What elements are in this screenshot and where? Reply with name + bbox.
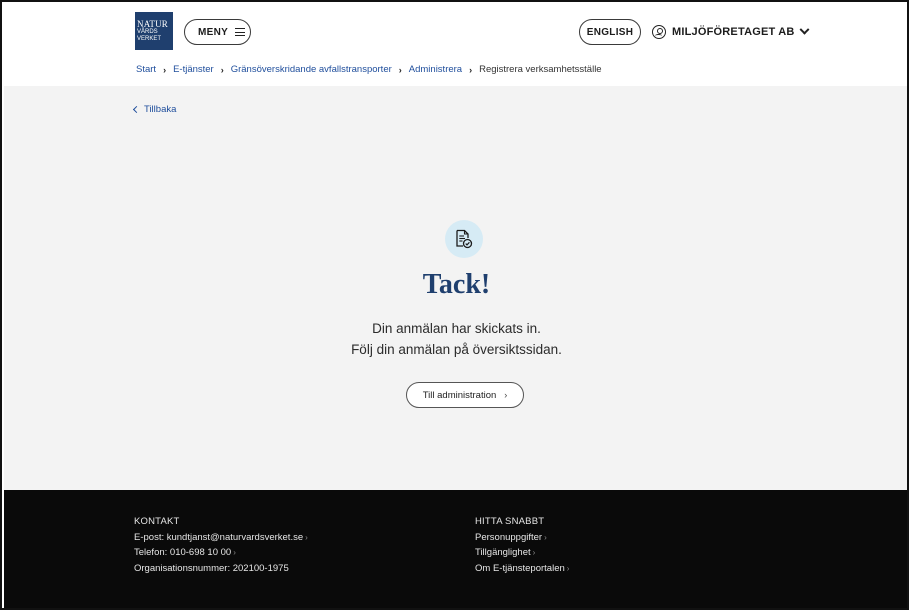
footer-link-label: Om E-tjänsteportalen [475,562,565,574]
chevron-right-icon: › [532,548,536,557]
footer-contact: KONTAKT E-post: kundtjanst@naturvardsver… [134,514,308,576]
breadcrumb-current: Registrera verksamhetsställe [479,64,602,75]
main-content: Tillbaka Tack! Din anmälan har skickats … [4,86,907,490]
footer-contact-heading: KONTAKT [134,516,180,527]
hamburger-icon [235,28,246,36]
breadcrumb-administrera[interactable]: Administrera [409,64,462,75]
footer-link-personuppgifter[interactable]: Personuppgifter › [475,530,569,546]
message-line-1: Din anmälan har skickats in. [372,321,541,336]
footer-quick-links: HITTA SNABBT Personuppgifter › Tillgängli… [475,514,569,576]
naturvardsverket-logo[interactable]: NATUR VÅRDS VERKET [135,12,173,50]
chevron-right-icon: › [544,532,547,542]
breadcrumb-chevron-icon: › [163,64,167,75]
chevron-right-icon: › [504,390,508,400]
footer-phone-link[interactable]: Telefon: 010-698 10 00 › [134,545,308,561]
account-name: MILJÖFÖRETAGET AB [672,26,795,38]
chevron-right-icon: › [233,548,236,557]
chevron-right-icon: › [566,563,570,573]
confirmation-message: Din anmälan har skickats in. Följ din an… [4,318,907,360]
footer-org-number: Organisationsnummer: 202100-1975 [134,562,289,574]
menu-button[interactable]: MENY [184,19,251,45]
user-circle-icon [652,25,666,39]
breadcrumb-chevron-icon: › [469,64,473,75]
breadcrumb-chevron-icon: › [220,64,224,75]
breadcrumb-e-tjanster[interactable]: E-tjänster [173,64,214,75]
footer-link-label: Personuppgifter [475,531,543,543]
footer-email-text: E-post: kundtjanst@naturvardsverket.se [134,531,304,543]
footer-link-label: Tillgänglighet [475,547,531,558]
account-menu[interactable]: MILJÖFÖRETAGET AB [652,21,810,43]
breadcrumb-start[interactable]: Start [136,64,156,75]
chevron-right-icon: › [305,532,308,542]
logo-line-1: NATUR [137,19,169,29]
breadcrumb-avfallstransporter[interactable]: Gränsöverskridande avfallstransporter [231,64,392,75]
chevron-left-icon [132,105,141,114]
page-title: Tack! [422,269,491,300]
page-frame: NATUR VÅRDS VERKET MENY ENGLISH MILJÖFÖR… [0,0,909,610]
chevron-down-icon [799,24,810,35]
message-line-2: Följ din anmälan på översiktssidan. [351,342,562,357]
logo-line-2: VÅRDS [137,29,158,35]
to-administration-button[interactable]: Till administration › [406,382,524,408]
document-check-icon [445,220,483,258]
logo-line-3: VERKET [137,36,162,42]
footer-link-om-portalen[interactable]: Om E-tjänsteportalen › [475,561,569,577]
site-footer: KONTAKT E-post: kundtjanst@naturvardsver… [4,490,907,608]
language-button-label: ENGLISH [586,26,634,38]
language-button[interactable]: ENGLISH [579,19,641,45]
back-link-label: Tillbaka [144,104,177,115]
menu-button-label: MENY [198,26,229,38]
breadcrumb-chevron-icon: › [398,64,402,75]
back-link[interactable]: Tillbaka [132,104,177,115]
breadcrumb: Start › E-tjänster › Gränsöverskridande … [136,64,602,75]
footer-link-tillganglighet[interactable]: Tillgänglighet › [475,545,569,561]
footer-email-link[interactable]: E-post: kundtjanst@naturvardsverket.se › [134,530,308,546]
footer-quick-heading: HITTA SNABBT [475,516,545,527]
footer-phone-text: Telefon: 010-698 10 00 [134,547,232,558]
to-administration-label: Till administration [422,389,497,401]
site-header: NATUR VÅRDS VERKET MENY ENGLISH MILJÖFÖR… [4,4,907,86]
